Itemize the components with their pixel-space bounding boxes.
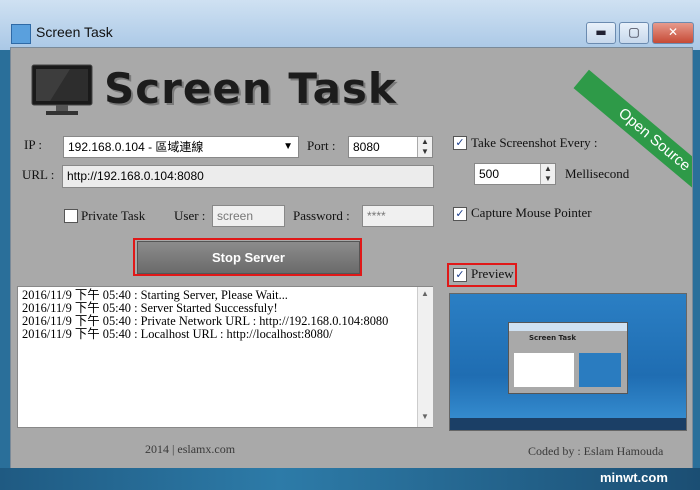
brand-title: Screen Task [104, 64, 397, 113]
interval-up-icon[interactable]: ▲ [540, 164, 555, 174]
user-label: User : [174, 208, 206, 223]
interval-unit-label: Mellisecond [565, 166, 630, 181]
preview-thumb-log [514, 353, 574, 387]
port-value: 8080 [353, 140, 380, 154]
interval-down-icon[interactable]: ▼ [540, 174, 555, 184]
interval-stepper[interactable]: 500 ▲ ▼ [474, 163, 556, 185]
user-input[interactable]: screen [212, 205, 285, 227]
log-scrollbar[interactable]: ▲ ▼ [417, 287, 433, 427]
preview-label: Preview [471, 266, 514, 281]
ip-select-value: 192.168.0.104 - 區域連線 [68, 140, 204, 154]
window-title: Screen Task [36, 24, 113, 40]
watermark-text: minwt.com [600, 470, 668, 485]
monitor-icon [31, 64, 93, 115]
password-input[interactable]: **** [362, 205, 434, 227]
chevron-down-icon: ▼ [283, 141, 293, 152]
log-line: 2016/11/9 下午 05:40 : Localhost URL : htt… [22, 327, 333, 341]
capture-mouse-checkbox[interactable]: ✓ [453, 207, 467, 221]
take-screenshot-label: Take Screenshot Every : [471, 135, 598, 150]
private-task-checkbox[interactable] [64, 209, 78, 223]
footer-credit: Coded by : Eslam Hamouda [528, 444, 664, 458]
ip-select[interactable]: 192.168.0.104 - 區域連線 ▼ [63, 136, 299, 158]
preview-window-thumb: Screen Task [508, 322, 628, 394]
private-task-label: Private Task [81, 208, 146, 223]
url-field[interactable]: http://192.168.0.104:8080 [62, 165, 434, 188]
url-label: URL : [22, 167, 55, 182]
password-label: Password : [293, 208, 350, 223]
port-up-icon[interactable]: ▲ [417, 137, 432, 147]
capture-mouse-label: Capture Mouse Pointer [471, 205, 592, 220]
scroll-up-icon[interactable]: ▲ [421, 289, 429, 298]
port-stepper[interactable]: 8080 ▲ ▼ [348, 136, 433, 158]
minimize-button[interactable]: ▬ [586, 22, 616, 44]
preview-taskbar [450, 418, 686, 430]
preview-thumb-brand: Screen Task [529, 334, 576, 342]
desktop-strip [0, 468, 700, 490]
interval-value: 500 [479, 167, 500, 181]
preview-image: Screen Task [449, 293, 687, 431]
port-down-icon[interactable]: ▼ [417, 147, 432, 157]
port-label: Port : [307, 138, 336, 153]
app-icon [11, 24, 31, 44]
ip-label: IP : [24, 137, 42, 152]
close-button[interactable]: ✕ [652, 22, 694, 44]
scroll-down-icon[interactable]: ▼ [421, 412, 429, 421]
preview-checkbox[interactable]: ✓ [453, 268, 467, 282]
preview-thumb-preview [579, 353, 621, 387]
preview-thumb-titlebar [509, 323, 627, 331]
log-list[interactable]: 2016/11/9 下午 05:40 : Starting Server, Pl… [17, 286, 433, 428]
footer-website: 2014 | eslamx.com [145, 442, 236, 456]
take-screenshot-checkbox[interactable]: ✓ [453, 136, 467, 150]
stop-server-button[interactable]: Stop Server [137, 241, 360, 274]
maximize-button[interactable]: ▢ [619, 22, 649, 44]
